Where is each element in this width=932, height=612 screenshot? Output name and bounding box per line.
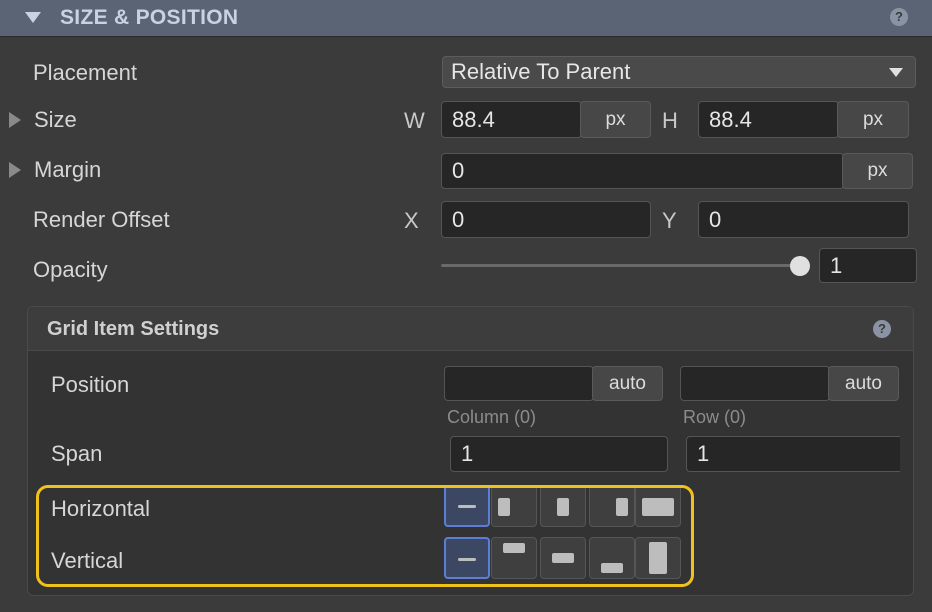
height-axis-label: H xyxy=(662,108,678,133)
height-unit-button[interactable]: px xyxy=(837,101,909,138)
row-caption: Row (0) xyxy=(683,407,747,427)
expand-size-icon[interactable] xyxy=(9,112,21,128)
margin-input[interactable]: 0 xyxy=(441,153,844,189)
grid-item-title: Grid Item Settings xyxy=(47,318,220,340)
column-span-input[interactable]: 1 xyxy=(450,436,668,472)
margin-label: Margin xyxy=(34,157,102,182)
placement-select[interactable]: Relative To Parent xyxy=(442,56,916,88)
offset-x-input[interactable]: 0 xyxy=(441,201,651,238)
help-icon[interactable]: ? xyxy=(890,8,908,26)
span-label: Span xyxy=(51,441,103,466)
offset-y-input[interactable]: 0 xyxy=(698,201,909,238)
grid-help-icon[interactable]: ? xyxy=(873,320,891,338)
placement-value: Relative To Parent xyxy=(451,59,631,84)
expand-margin-icon[interactable] xyxy=(9,162,21,178)
collapse-caret-icon[interactable] xyxy=(25,12,41,23)
row-span-input[interactable]: 1 xyxy=(686,436,900,472)
width-axis-label: W xyxy=(404,108,425,133)
chevron-down-icon xyxy=(889,68,903,77)
offset-x-axis-label: X xyxy=(404,208,419,233)
size-label: Size xyxy=(34,107,77,132)
position-label: Position xyxy=(51,372,130,397)
opacity-input[interactable]: 1 xyxy=(819,248,917,283)
height-input[interactable]: 88.4 xyxy=(698,101,839,138)
column-auto-button[interactable]: auto xyxy=(592,366,663,401)
render-offset-label: Render Offset xyxy=(33,207,170,232)
section-title: SIZE & POSITION xyxy=(60,6,239,29)
placement-label: Placement xyxy=(33,60,137,85)
column-position-input[interactable] xyxy=(444,366,594,401)
offset-y-axis-label: Y xyxy=(662,208,677,233)
opacity-slider-track[interactable] xyxy=(441,264,801,267)
row-position-input[interactable] xyxy=(680,366,830,401)
opacity-label: Opacity xyxy=(33,257,108,282)
alignment-highlight xyxy=(36,485,694,587)
column-caption: Column (0) xyxy=(447,407,537,427)
row-auto-button[interactable]: auto xyxy=(828,366,899,401)
opacity-slider-handle[interactable] xyxy=(790,256,810,276)
width-input[interactable]: 88.4 xyxy=(441,101,582,138)
width-unit-button[interactable]: px xyxy=(580,101,651,138)
margin-unit-button[interactable]: px xyxy=(842,153,913,189)
